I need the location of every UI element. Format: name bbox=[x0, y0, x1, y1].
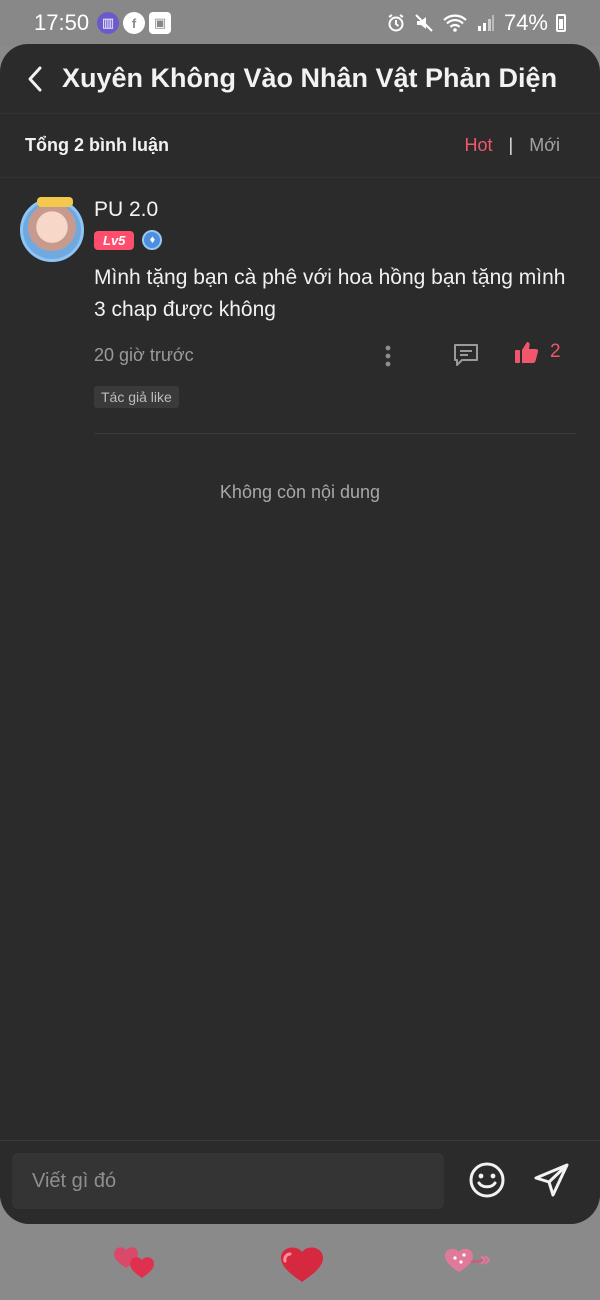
sort-tabs: Hot | Mới bbox=[465, 135, 561, 156]
heart-lollipop-icon[interactable] bbox=[445, 1242, 493, 1286]
tab-separator: | bbox=[508, 135, 514, 155]
comment-total: Tổng 2 bình luận bbox=[25, 135, 169, 155]
level-badge: Lv5 bbox=[94, 230, 135, 250]
alarm-icon bbox=[386, 13, 406, 33]
user-badges: Lv5 ♦ bbox=[94, 230, 163, 250]
like-count: 2 bbox=[550, 341, 561, 362]
end-of-list-message: Không còn nội dung bbox=[219, 482, 381, 502]
wifi-icon bbox=[442, 13, 468, 33]
tab-hot[interactable]: Hot bbox=[465, 135, 493, 156]
heart-icon[interactable] bbox=[278, 1242, 326, 1286]
send-icon[interactable] bbox=[533, 1161, 571, 1199]
comment-input[interactable] bbox=[12, 1153, 444, 1209]
mute-icon bbox=[414, 13, 434, 33]
header: Xuyên Không Vào Nhân Vật Phản Diện bbox=[0, 44, 600, 114]
more-options-icon[interactable] bbox=[384, 344, 392, 368]
reply-icon[interactable] bbox=[452, 342, 480, 368]
double-heart-icon[interactable] bbox=[112, 1242, 160, 1286]
avatar-frame-badge bbox=[37, 197, 73, 207]
summary-row: Tổng 2 bình luận Hot | Mới bbox=[0, 114, 600, 178]
comment-timestamp: 20 giờ trước bbox=[94, 344, 194, 365]
photo-app-icon: ▥ bbox=[97, 12, 120, 34]
battery-icon bbox=[556, 14, 566, 32]
gallery-icon: ▣ bbox=[149, 12, 172, 34]
facebook-icon: f bbox=[123, 12, 146, 34]
username[interactable]: PU 2.0 bbox=[94, 198, 162, 222]
back-button[interactable] bbox=[24, 65, 46, 93]
comment-meta: 20 giờ trước 2 bbox=[94, 340, 570, 370]
comment-text: Mình tặng bạn cà phê với hoa hồng bạn tặ… bbox=[94, 266, 566, 321]
comment-user-block: PU 2.0 Lv5 ♦ bbox=[94, 198, 163, 250]
smiley-icon[interactable] bbox=[468, 1161, 506, 1199]
page-title: Xuyên Không Vào Nhân Vật Phản Diện bbox=[62, 63, 558, 93]
thumbs-up-icon bbox=[515, 342, 539, 363]
avatar[interactable] bbox=[20, 197, 84, 262]
status-bar: 17:50 ▥ f ▣ 74% bbox=[0, 0, 600, 46]
comment-composer bbox=[0, 1140, 600, 1224]
comment-item: PU 2.0 Lv5 ♦ Mình tặng bạn cà phê với ho… bbox=[0, 178, 600, 436]
status-indicators: 74% bbox=[386, 10, 566, 36]
comments-sheet: Xuyên Không Vào Nhân Vật Phản Diện Tổng … bbox=[0, 44, 600, 1224]
signal-icon bbox=[476, 13, 496, 33]
like-button[interactable]: 2 bbox=[514, 340, 561, 364]
battery-percentage: 74% bbox=[503, 10, 548, 35]
reactions-row bbox=[0, 1224, 600, 1300]
status-time: 17:50 bbox=[34, 10, 90, 35]
tab-new[interactable]: Mới bbox=[529, 135, 560, 156]
chevron-left-icon bbox=[28, 66, 42, 91]
author-liked-tag: Tác giả like bbox=[94, 386, 179, 408]
comment-divider bbox=[94, 433, 576, 434]
verified-icon: ♦ bbox=[142, 230, 163, 250]
